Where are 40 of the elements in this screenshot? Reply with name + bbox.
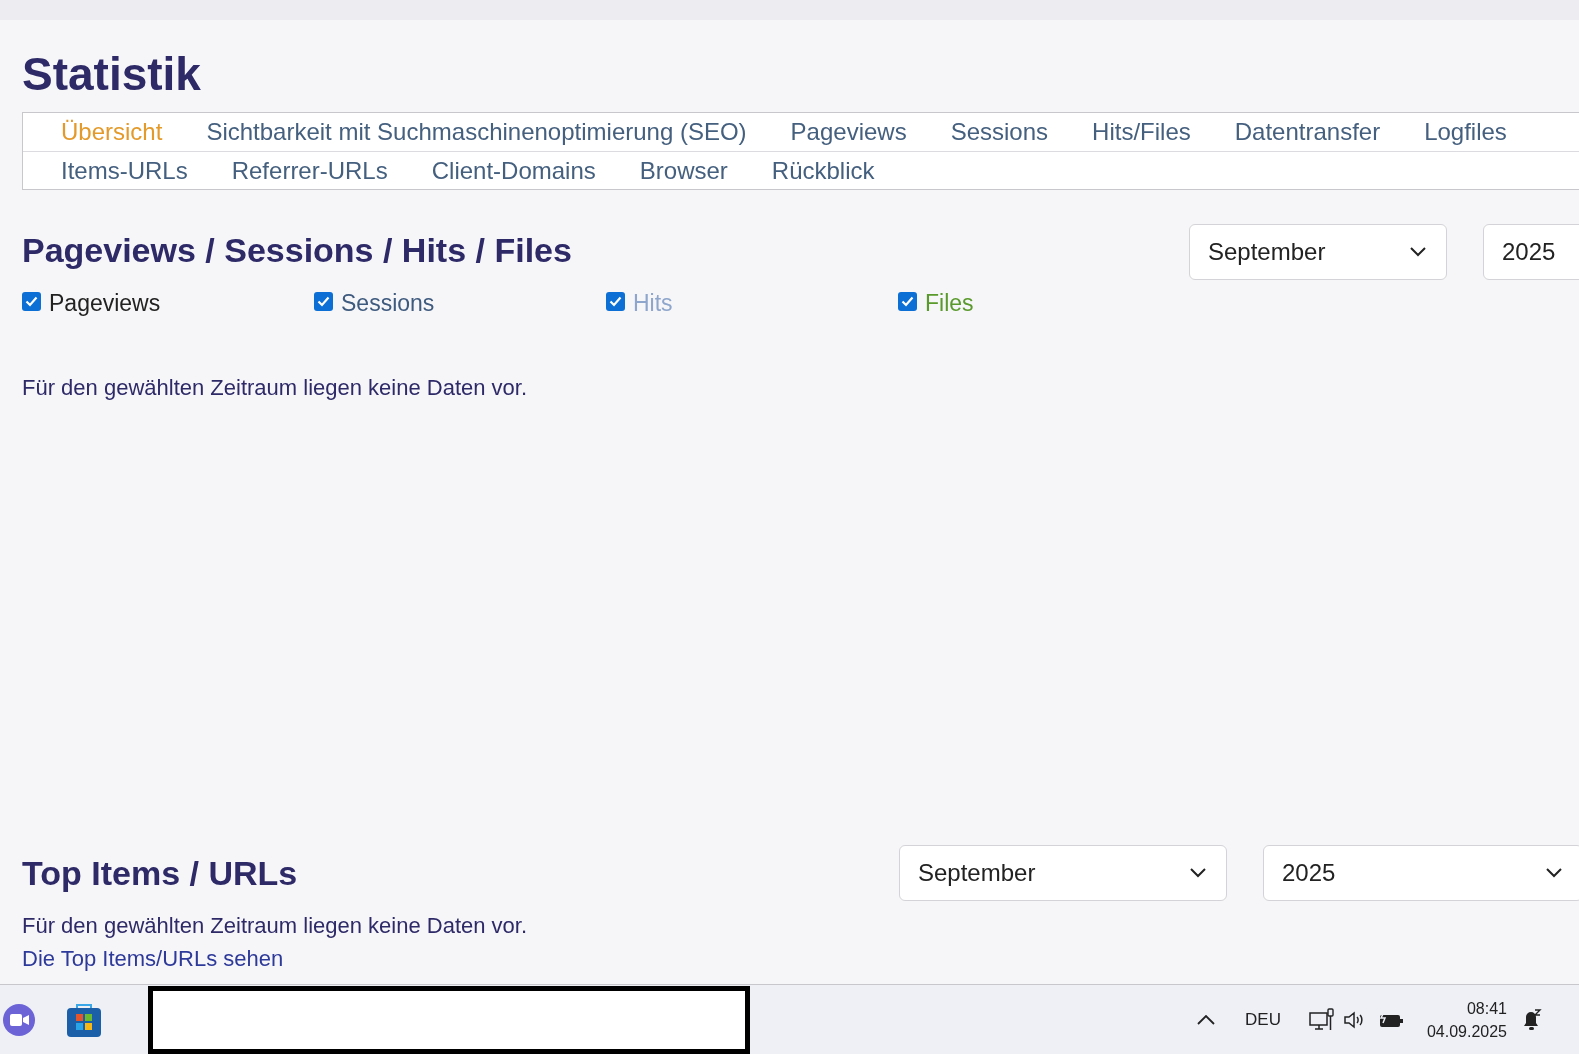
select-dropdown[interactable]: 2025 [1263, 845, 1579, 901]
nav-tab[interactable]: Browser [639, 152, 728, 189]
nav-tab[interactable]: Items-URLs [61, 152, 188, 189]
series-label: Pageviews [49, 289, 161, 318]
chevron-up-icon[interactable] [1197, 1014, 1215, 1025]
clock-date[interactable]: 04.09.2025 [1426, 1019, 1507, 1043]
select-dropdown[interactable]: September [1189, 224, 1447, 280]
nav-tab[interactable]: Datentransfer [1234, 114, 1381, 150]
section-heading: Top Items / URLs [22, 853, 298, 894]
checkbox[interactable] [22, 291, 41, 311]
nav-tab[interactable]: Sichtbarkeit mit Suchmaschinenoptimierung (SEO) [206, 114, 747, 150]
series-label: Hits [633, 289, 673, 318]
nav-tab[interactable]: Sessions [950, 114, 1049, 150]
checkbox[interactable] [314, 291, 333, 311]
nav-tab[interactable]: Logfiles [1424, 114, 1507, 150]
nav-tab[interactable]: Pageviews [790, 114, 907, 150]
no-data-message: Für den gewählten Zeitraum liegen keine Daten vor. [22, 912, 528, 940]
nav-tab[interactable]: Hits/Files [1092, 114, 1191, 150]
chevron-down-icon [1190, 868, 1206, 878]
video-call-icon[interactable] [2, 1002, 36, 1037]
nav-tab[interactable]: Referrer-URLs [231, 152, 388, 189]
nav-tab[interactable]: Rückblick [771, 152, 875, 189]
network-icon[interactable] [1308, 1007, 1335, 1032]
no-data-message: Für den gewählten Zeitraum liegen keine Daten vor. [22, 373, 528, 402]
select-dropdown[interactable]: September [899, 845, 1227, 901]
chevron-down-icon [1546, 868, 1562, 878]
nav-tab[interactable]: Client-Domains [431, 152, 596, 189]
series-label: Sessions [341, 289, 435, 318]
language-indicator[interactable]: DEU [1245, 1006, 1281, 1033]
section-heading: Pageviews / Sessions / Hits / Files [22, 230, 572, 271]
top-items-link[interactable]: Die Top Items/URLs sehen [22, 942, 284, 976]
checkbox[interactable] [606, 291, 625, 311]
checkbox[interactable] [898, 291, 917, 311]
bell-icon[interactable] [1521, 1007, 1543, 1032]
select-dropdown[interactable]: 2025 [1483, 224, 1579, 280]
series-label: Files [925, 289, 974, 318]
chevron-down-icon [1410, 247, 1426, 257]
clock-time[interactable]: 08:41 [1466, 996, 1507, 1020]
store-icon[interactable] [66, 1001, 102, 1038]
page-title: Statistik [22, 47, 201, 102]
